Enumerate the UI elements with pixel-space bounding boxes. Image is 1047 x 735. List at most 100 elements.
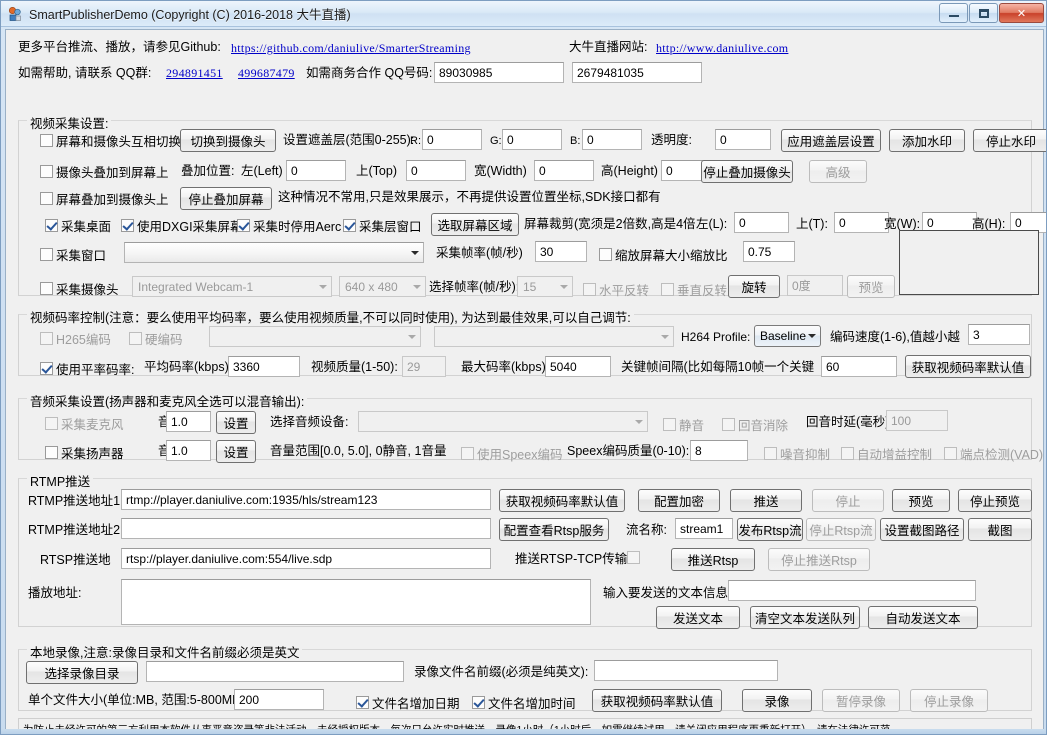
rotate-degree-field[interactable] <box>787 275 843 296</box>
h264-profile-combo[interactable]: Baseline <box>754 325 821 347</box>
hardware-encode-checkbox[interactable]: 硬编码 <box>129 329 183 348</box>
record-dir-field[interactable] <box>146 661 404 682</box>
use-dxgi-checkbox[interactable]: 使用DXGI采集屏幕 <box>121 216 243 235</box>
echo-delay-field[interactable] <box>886 410 948 431</box>
camera-preview-button[interactable]: 预览 <box>847 275 895 298</box>
audio-device-combo[interactable] <box>358 411 648 432</box>
speaker-volume-field[interactable] <box>166 440 211 461</box>
capture-window-checkbox[interactable]: 采集窗口 <box>40 245 106 264</box>
stop-push-button[interactable]: 停止 <box>812 489 884 512</box>
agc-checkbox[interactable]: 自动增益控制 <box>841 444 932 463</box>
set-snapshot-path-button[interactable]: 设置截图路径 <box>880 518 964 541</box>
overlay-left-field[interactable] <box>286 160 346 181</box>
vertical-flip-checkbox[interactable]: 垂直反转 <box>661 280 727 299</box>
screen-overlay-checkbox[interactable]: 屏幕叠加到摄像头上 <box>40 189 169 208</box>
add-date-checkbox[interactable]: 文件名增加日期 <box>356 693 460 712</box>
scale-ratio-field[interactable] <box>743 241 795 262</box>
mic-setting-button[interactable]: 设置 <box>216 411 256 434</box>
apply-overlay-button[interactable]: 应用遮盖层设置 <box>781 129 881 152</box>
rotate-button[interactable]: 旋转 <box>728 275 780 298</box>
rtmp-url2-field[interactable] <box>121 518 491 539</box>
rtsp-tcp-checkbox[interactable] <box>627 551 643 564</box>
overlay-r-field[interactable] <box>422 129 482 150</box>
bitrate-get-default-button[interactable]: 获取视频码率默认值 <box>905 355 1031 378</box>
avg-bitrate-field[interactable] <box>228 356 300 377</box>
use-speex-checkbox[interactable]: 使用Speex编码 <box>461 444 562 463</box>
stop-rtsp-button[interactable]: 停止Rtsp流 <box>806 518 876 541</box>
swap-screen-camera-checkbox[interactable]: 屏幕和摄像头互相切换 <box>40 131 181 150</box>
switch-to-camera-button[interactable]: 切换到摄像头 <box>180 129 276 152</box>
rtmp-preview-button[interactable]: 预览 <box>892 489 950 512</box>
config-rtsp-service-button[interactable]: 配置查看Rtsp服务 <box>499 518 609 541</box>
stop-push-rtsp-button[interactable]: 停止推送Rtsp <box>768 548 870 571</box>
close-button[interactable]: ✕ <box>999 3 1044 23</box>
crop-l-field[interactable] <box>734 212 789 233</box>
rtmp-url1-field[interactable] <box>121 489 491 510</box>
echo-cancel-checkbox[interactable]: 回音消除 <box>722 415 788 434</box>
encoder-combo-1[interactable] <box>209 326 421 347</box>
video-quality-field[interactable] <box>402 356 446 377</box>
crop-t-field[interactable] <box>834 212 889 233</box>
camera-overlay-checkbox[interactable]: 摄像头叠加到屏幕上 <box>40 162 169 181</box>
select-record-dir-button[interactable]: 选择录像目录 <box>26 661 138 684</box>
send-text-field[interactable] <box>728 580 976 601</box>
minimize-button[interactable] <box>939 3 968 23</box>
push-rtsp-button[interactable]: 推送Rtsp <box>671 548 755 571</box>
site-link[interactable]: http://www.daniulive.com <box>656 41 788 56</box>
snapshot-button[interactable]: 截图 <box>968 518 1032 541</box>
encoder-combo-2[interactable] <box>434 326 674 347</box>
add-watermark-button[interactable]: 添加水印 <box>889 129 965 152</box>
send-text-button[interactable]: 发送文本 <box>656 606 740 629</box>
overlay-g-field[interactable] <box>502 129 562 150</box>
overlay-b-field[interactable] <box>582 129 642 150</box>
scale-screen-checkbox[interactable]: 缩放屏幕大小缩放比 <box>599 245 728 264</box>
select-screen-region-button[interactable]: 选取屏幕区域 <box>431 213 519 236</box>
mute-checkbox[interactable]: 静音 <box>663 415 704 434</box>
stop-screen-overlay-button[interactable]: 停止叠加屏幕 <box>180 187 272 210</box>
stop-watermark-button[interactable]: 停止水印 <box>973 129 1046 152</box>
clear-text-queue-button[interactable]: 清空文本发送队列 <box>750 606 860 629</box>
advanced-button[interactable]: 高级 <box>809 160 867 183</box>
qq-group-2-link[interactable]: 499687479 <box>238 66 295 81</box>
rtmp-get-default-button[interactable]: 获取视频码率默认值 <box>499 489 625 512</box>
rtmp-stop-preview-button[interactable]: 停止预览 <box>958 489 1032 512</box>
business-qq2-field[interactable] <box>572 62 702 83</box>
business-qq-field[interactable] <box>434 62 564 83</box>
window-select-combo[interactable] <box>124 242 424 263</box>
alpha-field[interactable] <box>715 129 771 150</box>
maximize-button[interactable] <box>969 3 998 23</box>
noise-suppress-checkbox[interactable]: 噪音抑制 <box>764 444 830 463</box>
rtsp-url-field[interactable] <box>121 548 491 569</box>
auto-send-text-button[interactable]: 自动发送文本 <box>868 606 978 629</box>
use-average-bitrate-checkbox[interactable]: 使用平率码率: <box>40 359 134 378</box>
push-button[interactable]: 推送 <box>730 489 802 512</box>
play-url-field[interactable] <box>121 579 591 625</box>
h265-checkbox[interactable]: H265编码 <box>40 329 111 348</box>
add-time-checkbox[interactable]: 文件名增加时间 <box>472 693 576 712</box>
layer-window-checkbox[interactable]: 采集层窗口 <box>343 216 422 235</box>
record-get-default-button[interactable]: 获取视频码率默认值 <box>592 689 722 712</box>
stream-name-field[interactable] <box>675 518 733 539</box>
config-encrypt-button[interactable]: 配置加密 <box>638 489 720 512</box>
file-prefix-field[interactable] <box>594 660 778 681</box>
speex-quality-field[interactable] <box>690 440 748 461</box>
capture-microphone-checkbox[interactable]: 采集麦克风 <box>45 414 124 433</box>
max-bitrate-field[interactable] <box>545 356 611 377</box>
publish-rtsp-button[interactable]: 发布Rtsp流 <box>737 518 803 541</box>
pause-record-button[interactable]: 暂停录像 <box>822 689 900 712</box>
stop-record-button[interactable]: 停止录像 <box>910 689 988 712</box>
capture-speaker-checkbox[interactable]: 采集扬声器 <box>45 443 124 462</box>
encode-speed-field[interactable] <box>968 324 1030 345</box>
disable-aero-checkbox[interactable]: 采集时停用Aerc <box>237 216 341 235</box>
overlay-top-field[interactable] <box>406 160 466 181</box>
capture-camera-checkbox[interactable]: 采集摄像头 <box>40 279 119 298</box>
mic-volume-field[interactable] <box>166 411 211 432</box>
vad-checkbox[interactable]: 端点检测(VAD) <box>944 444 1043 463</box>
camera-resolution-combo[interactable]: 640 x 480 <box>339 276 426 297</box>
record-button[interactable]: 录像 <box>742 689 812 712</box>
stop-camera-overlay-button[interactable]: 停止叠加摄像头 <box>701 160 793 183</box>
keyframe-interval-field[interactable] <box>821 356 897 377</box>
overlay-width-field[interactable] <box>534 160 594 181</box>
camera-device-combo[interactable]: Integrated Webcam-1 <box>132 276 332 297</box>
github-link[interactable]: https://github.com/daniulive/SmarterStre… <box>231 41 471 56</box>
